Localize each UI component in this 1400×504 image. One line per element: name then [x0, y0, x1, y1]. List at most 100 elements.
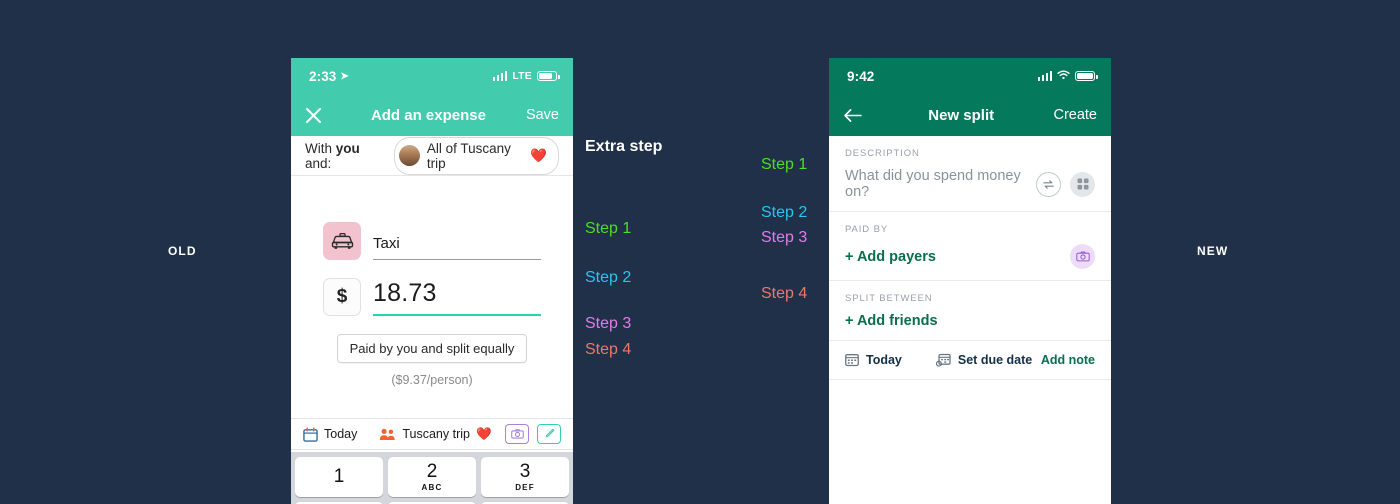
date-picker-button[interactable]: Today [303, 426, 358, 442]
old-status-time: 2:33 [309, 68, 337, 84]
battery-icon [537, 71, 560, 81]
wifi-icon [1057, 67, 1070, 85]
description-row: What did you spend money on? [845, 168, 1095, 200]
keypad-key[interactable]: 1 [295, 457, 383, 497]
new-status-bar: 9:42 [829, 58, 1111, 94]
date-picker-button[interactable]: Today [845, 353, 902, 367]
amount-value: 18.73 [373, 279, 437, 307]
paid-by-section: PAID BY + Add payers [829, 212, 1111, 281]
with-label: With you and: [305, 141, 386, 171]
heart-emoji-icon: ❤️ [475, 426, 492, 441]
numeric-keypad: 1 2ABC 3DEF 4GHI 5JKL 6MNO [291, 452, 573, 504]
currency-button[interactable]: $ [323, 278, 361, 316]
old-status-time-wrap: 2:33 ➤ [309, 69, 349, 84]
key-number: 2 [426, 461, 438, 482]
date-label: Today [324, 427, 358, 441]
description-input[interactable]: What did you spend money on? [845, 168, 1036, 200]
new-version-label: NEW [1197, 244, 1229, 258]
description-field-row: Taxi [291, 222, 573, 260]
due-date-label: Set due date [957, 353, 1033, 367]
add-friends-button[interactable]: + Add friends [845, 313, 938, 329]
group-people-icon [380, 428, 396, 440]
annotation-left-step-2: Step 2 [585, 269, 632, 286]
signal-bars-icon [492, 71, 508, 81]
add-payers-button[interactable]: + Add payers [845, 249, 936, 265]
due-date-icon [935, 353, 951, 367]
note-icon[interactable] [537, 424, 561, 444]
back-arrow-icon[interactable] [843, 108, 869, 123]
camera-icon[interactable] [505, 424, 529, 444]
split-between-row: + Add friends [845, 313, 1095, 329]
calendar-icon [303, 426, 318, 442]
keypad-key[interactable]: 2 ABC [388, 457, 476, 497]
annotation-right-step-2: Step 2 [761, 204, 808, 221]
old-app-screen: 2:33 ➤ LTE Add an expense Save With you … [291, 58, 573, 504]
amount-input[interactable]: 18.73 [373, 279, 541, 316]
dollar-icon: $ [336, 286, 348, 307]
create-button[interactable]: Create [1053, 107, 1097, 123]
signal-bars-icon [1037, 71, 1052, 81]
amount-field-row: $ 18.73 [291, 278, 573, 316]
new-nav-bar: New split Create [829, 94, 1111, 136]
keypad-key[interactable]: 3 DEF [481, 457, 569, 497]
due-date-button[interactable]: Set due date [935, 353, 1033, 367]
heart-emoji-icon: ❤️ [530, 147, 547, 163]
with-people-row: With you and: All of Tuscany trip ❤️ [291, 136, 573, 176]
old-bottom-toolbar: Today Tuscany trip ❤️ [291, 418, 573, 450]
camera-icon[interactable] [1070, 244, 1095, 269]
close-icon[interactable] [305, 107, 331, 124]
split-between-label: SPLIT BETWEEN [845, 293, 933, 304]
with-suffix: and: [305, 155, 332, 171]
network-label: LTE [512, 70, 532, 82]
new-status-time: 9:42 [847, 68, 875, 84]
split-settings-button[interactable]: Paid by you and split equally [336, 334, 528, 363]
group-chip[interactable]: All of Tuscany trip ❤️ [393, 136, 559, 175]
annotation-left-step-4: Step 4 [585, 341, 632, 358]
location-arrow-icon: ➤ [340, 70, 349, 82]
battery-icon [1075, 71, 1098, 81]
old-version-label: OLD [168, 244, 197, 258]
date-label: Today [866, 353, 902, 367]
description-actions [1036, 171, 1095, 197]
recurring-icon[interactable] [1036, 171, 1061, 197]
with-prefix: With [305, 140, 336, 156]
key-letters: DEF [515, 483, 535, 492]
description-label: DESCRIPTION [845, 148, 920, 159]
description-value: Taxi [373, 235, 400, 252]
save-button[interactable]: Save [526, 107, 559, 123]
avatar [398, 145, 420, 166]
paid-by-row: + Add payers [845, 244, 1095, 269]
new-status-indicators [1037, 67, 1098, 85]
group-chip-label: All of Tuscany trip [426, 140, 511, 171]
group-chip-label-wrap: All of Tuscany trip ❤️ [427, 141, 547, 171]
old-status-bar: 2:33 ➤ LTE [291, 58, 573, 94]
new-bottom-toolbar: Today Set due date Add note [829, 341, 1111, 380]
group-selector-button[interactable]: Tuscany trip ❤️ [379, 426, 492, 442]
split-between-section: SPLIT BETWEEN + Add friends [829, 281, 1111, 341]
key-number: 3 [519, 461, 531, 482]
with-you-bold: you [335, 140, 360, 156]
annotation-left-step-1: Step 1 [585, 220, 632, 237]
annotation-extra-step: Extra step [585, 138, 663, 155]
paid-by-label: PAID BY [845, 224, 889, 235]
old-nav-bar: Add an expense Save [291, 94, 573, 136]
new-page-title: New split [928, 106, 995, 124]
group-label: Tuscany trip [402, 427, 470, 441]
comparison-canvas: OLD NEW 2:33 ➤ LTE Add an expense Save W… [0, 0, 1400, 504]
description-input[interactable]: Taxi [373, 235, 541, 260]
taxi-icon[interactable] [323, 222, 361, 260]
category-grid-icon[interactable] [1070, 171, 1095, 197]
old-status-indicators: LTE [492, 70, 560, 82]
per-person-amount: ($9.37/person) [391, 373, 473, 387]
annotation-right-step-3: Step 3 [761, 229, 808, 246]
old-page-title: Add an expense [370, 106, 486, 124]
key-number: 1 [333, 465, 345, 487]
add-note-button[interactable]: Add note [1041, 353, 1095, 367]
key-letters: ABC [421, 483, 443, 492]
annotation-right-step-1: Step 1 [761, 156, 808, 173]
new-app-screen: 9:42 New split Create DESCRIPTION What d… [829, 58, 1111, 504]
description-section: DESCRIPTION What did you spend money on? [829, 136, 1111, 212]
annotation-right-step-4: Step 4 [761, 285, 808, 302]
annotation-left-step-3: Step 3 [585, 315, 632, 332]
calendar-icon [845, 354, 859, 367]
